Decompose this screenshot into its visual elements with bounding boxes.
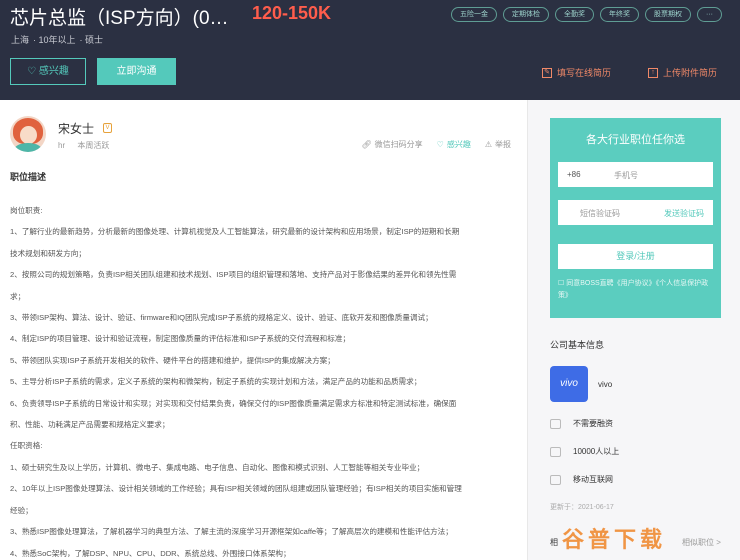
section-title: 职位描述 — [10, 172, 47, 182]
recruiter-name: 宋女士 — [58, 122, 95, 136]
agreement-checkbox[interactable]: ☐ 同意BOSS直聘《用户协议》《个人信息保护政策》 — [558, 278, 718, 302]
update-time: 更新于：2021-06-17 — [550, 504, 614, 511]
login-title: 各大行业职位任你选 — [586, 134, 685, 146]
send-code-button[interactable]: 发送验证码 — [664, 208, 704, 219]
description-line: 2、10年以上ISP图像处理算法、设计相关领域的工作经验；具有ISP相关领域的团… — [10, 484, 462, 494]
size-label: 10000人以上 — [573, 447, 620, 456]
interest-small-label: 感兴趣 — [446, 140, 471, 149]
wechat-share-button[interactable]: 🔗︎ 微信扫码分享 — [362, 139, 423, 150]
recruiter-role: hr — [58, 141, 66, 150]
job-title: 芯片总监（ISP方向）(0… — [10, 8, 229, 29]
watermark: 谷普下载 — [562, 527, 667, 552]
upload-resume-label: 上传附件简历 — [663, 68, 718, 78]
benefit-tag: 全勤奖 — [555, 7, 594, 22]
description-line: 5、带领团队实现ISP子系统开发相关的软件、硬件平台的搭建和维护，提供ISP的集… — [10, 355, 335, 365]
interest-button[interactable]: ♡ 感兴趣 — [10, 58, 86, 85]
report-label: 举报 — [495, 140, 511, 149]
job-experience: 10年以上 — [38, 35, 76, 45]
code-placeholder: 短信验证码 — [580, 209, 620, 218]
job-actions: 🔗︎ 微信扫码分享 ♡ 感兴趣 ⚠︎ 举报 — [362, 139, 512, 150]
description-line: 3、带领ISP架构、算法、设计、验证、firmware和IQ团队完成ISP子系统… — [10, 313, 433, 323]
link-icon: 🔗︎ — [361, 140, 372, 149]
company-name[interactable]: vivo — [598, 380, 612, 389]
similar-jobs-title: 相 — [550, 538, 558, 547]
more-tags-button[interactable]: ··· — [697, 7, 722, 22]
verified-badge-icon: V — [103, 123, 112, 133]
description-line: 岗位职责: — [10, 206, 43, 215]
avatar — [10, 116, 46, 152]
interest-label: 感兴趣 — [38, 66, 69, 77]
description-line: 4、制定ISP的项目管理、设计和验证流程，制定图像质量的评估标准和ISP子系统的… — [10, 334, 351, 344]
chat-now-button[interactable]: 立即沟通 — [97, 58, 176, 85]
chart-icon — [550, 418, 561, 429]
benefit-tag: 年终奖 — [600, 7, 639, 22]
benefit-tag: 股票期权 — [645, 7, 691, 22]
upload-resume-link[interactable]: ↑ 上传附件简历 — [648, 66, 717, 79]
description-line: 积、性能、功耗满足产品需要和规格定义要求； — [10, 420, 170, 430]
job-meta: 上海 · 10年以上 · 硕士 — [11, 35, 104, 45]
checkbox-icon: ☐ — [558, 280, 565, 287]
report-button[interactable]: ⚠︎ 举报 — [485, 139, 511, 150]
recruiter-active: 本周活跃 — [77, 141, 110, 150]
description-line: 6、负责领导ISP子系统的日常设计和实现；对实现和交付结果负责，确保交付的ISP… — [10, 398, 457, 408]
country-code-select[interactable]: +86 — [567, 170, 581, 179]
share-label: 微信扫码分享 — [374, 140, 423, 149]
industry-label: 移动互联网 — [573, 475, 613, 484]
description-line: 2、按照公司的规划策略，负责ISP相关团队组建和技术规划、ISP项目的组织管理和… — [10, 270, 457, 280]
job-description: 岗位职责: 1、了解行业的最新趋势，分析最新的图像处理、计算机视觉及人工智能算法… — [10, 200, 516, 560]
description-line: 4、熟悉SoC架构，了解DSP、NPU、CPU、DDR、系统总线、外围接口体系架… — [10, 548, 291, 558]
login-register-button[interactable]: 登录/注册 — [558, 244, 713, 269]
sms-code-input[interactable]: 短信验证码 发送验证码 — [558, 200, 713, 225]
recruiter-info: hr 本周活跃 — [58, 140, 119, 151]
warning-icon: ⚠︎ — [484, 140, 492, 149]
description-line: 1、硕士研究生及以上学历，计算机、微电子、集成电路、电子信息、自动化、图像和模式… — [10, 462, 425, 472]
company-section-title: 公司基本信息 — [550, 340, 605, 350]
description-line: 经验； — [10, 505, 33, 515]
grid-icon — [550, 474, 561, 485]
financing-label: 不需要融资 — [573, 419, 613, 428]
benefit-tag: 五险一金 — [451, 7, 497, 22]
fill-resume-label: 填写在线简历 — [557, 68, 612, 78]
heart-icon: ♡ — [27, 66, 37, 77]
heart-icon: ♡ — [436, 140, 444, 149]
company-logo[interactable]: vivo — [550, 366, 588, 402]
job-degree: 硕士 — [85, 35, 104, 45]
description-line: 5、主导分析ISP子系统的需求，定义子系统的架构和微架构，制定子系统的实现计划和… — [10, 377, 422, 387]
interest-small-button[interactable]: ♡ 感兴趣 — [437, 139, 471, 150]
benefit-tags: 五险一金 定期体检 全勤奖 年终奖 股票期权 ··· — [451, 7, 722, 22]
description-line: 技术规划和研发方向； — [10, 248, 86, 258]
agreement-text: 同意BOSS直聘《用户协议》《个人信息保护政策》 — [558, 280, 709, 299]
login-card: 各大行业职位任你选 +86 手机号 短信验证码 发送验证码 登录/注册 ☐ 同意… — [550, 118, 721, 318]
phone-input[interactable]: +86 手机号 — [558, 162, 713, 187]
fill-resume-link[interactable]: ✎ 填写在线简历 — [542, 66, 611, 79]
people-icon — [550, 446, 561, 457]
job-location: 上海 — [11, 35, 30, 45]
similar-jobs-link[interactable]: 相似职位 > — [682, 537, 721, 548]
benefit-tag: 定期体检 — [503, 7, 549, 22]
edit-icon: ✎ — [542, 67, 552, 78]
description-line: 3、熟悉ISP图像处理算法，了解机器学习的典型方法、了解主流的深度学习开源框架如… — [10, 527, 453, 537]
company-industry: 移动互联网 — [550, 474, 613, 485]
salary: 120-150K — [252, 3, 332, 23]
job-detail-panel: 宋女士 V hr 本周活跃 🔗︎ 微信扫码分享 ♡ 感兴趣 ⚠︎ 举报 职位描述… — [0, 100, 528, 560]
description-line: 求； — [10, 291, 26, 301]
phone-placeholder: 手机号 — [614, 171, 638, 180]
company-financing: 不需要融资 — [550, 418, 613, 429]
company-size: 10000人以上 — [550, 446, 619, 457]
description-line: 任职资格: — [10, 441, 43, 451]
upload-icon: ↑ — [648, 67, 658, 78]
job-header: 芯片总监（ISP方向）(0… 120-150K 上海 · 10年以上 · 硕士 五险… — [0, 0, 740, 100]
description-line: 1、了解行业的最新趋势，分析最新的图像处理、计算机视觉及人工智能算法，研究最新的… — [10, 227, 460, 237]
